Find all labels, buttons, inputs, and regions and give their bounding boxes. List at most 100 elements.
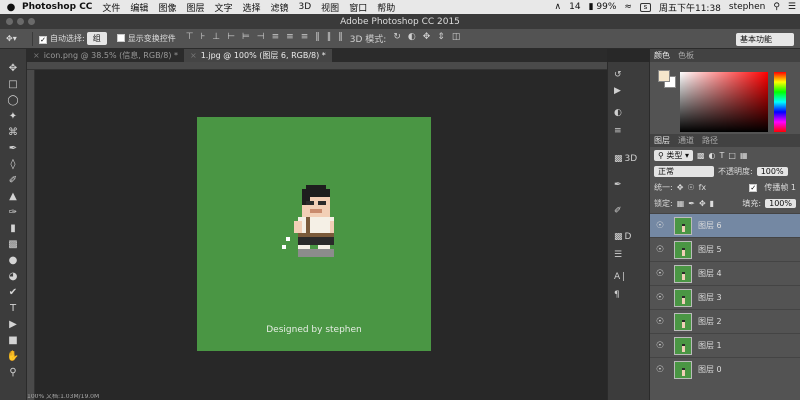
paragraph-panel-icon[interactable]: ¶ xyxy=(614,288,646,302)
move-tool-preset-icon[interactable]: ✥▾ xyxy=(0,34,26,43)
brush-presets-icon[interactable]: ✒ xyxy=(614,178,646,192)
menu-filter[interactable]: 滤镜 xyxy=(271,1,289,14)
menu-edit[interactable]: 编辑 xyxy=(130,1,148,14)
propagate-frame-checkbox[interactable]: ✓ xyxy=(749,182,760,192)
user-name[interactable]: stephen xyxy=(729,2,765,12)
gradient-tool-icon[interactable]: ▩ xyxy=(3,237,23,253)
lock-all-icon[interactable]: ▮ xyxy=(710,199,714,208)
opacity-input[interactable]: 100% xyxy=(756,166,788,176)
tab-paths[interactable]: 路径 xyxy=(702,135,718,146)
character-panel-button[interactable]: A | xyxy=(614,270,646,284)
minimize-window-button[interactable] xyxy=(17,18,24,25)
distribute-right-icon[interactable]: ‖ xyxy=(338,32,343,45)
filter-adjust-icon[interactable]: ◐ xyxy=(709,151,716,160)
menu-image[interactable]: 图像 xyxy=(158,1,176,14)
wifi-icon[interactable]: ≈ xyxy=(624,2,632,12)
orbit-3d-icon[interactable]: ↻ xyxy=(393,32,401,45)
unify-position-icon[interactable]: ✥ xyxy=(677,183,684,192)
distribute-hcenter-icon[interactable]: ‖ xyxy=(327,32,332,45)
distribute-top-icon[interactable]: ≡ xyxy=(272,32,280,45)
color-field[interactable] xyxy=(680,72,768,132)
menu-select[interactable]: 选择 xyxy=(242,1,260,14)
properties-panel-icon[interactable]: ≡ xyxy=(614,124,646,138)
distribute-left-icon[interactable]: ‖ xyxy=(315,32,320,45)
zoom-tool-icon[interactable]: ⚲ xyxy=(3,365,23,381)
tab-channels[interactable]: 通道 xyxy=(678,135,694,146)
filter-shape-icon[interactable]: □ xyxy=(728,151,736,160)
eye-icon[interactable]: ☉ xyxy=(650,245,670,255)
history-panel-icon[interactable]: ↺ xyxy=(614,68,646,82)
drag-3d-icon[interactable]: ✥ xyxy=(423,32,431,45)
document-canvas[interactable]: Designed by stephen xyxy=(197,117,431,351)
close-tab-icon[interactable]: × xyxy=(33,51,40,60)
workspace-dropdown[interactable]: 基本功能 xyxy=(736,33,794,46)
close-tab-icon[interactable]: × xyxy=(190,51,197,60)
blur-tool-icon[interactable]: ● xyxy=(3,253,23,269)
battery-indicator[interactable]: ▮ 99% xyxy=(589,2,617,12)
path-select-tool-icon[interactable]: ▶ xyxy=(3,317,23,333)
layer-row[interactable]: ☉ 图层 4 xyxy=(650,261,800,285)
input-source-icon[interactable]: s xyxy=(639,2,651,12)
clock[interactable]: 周五下午11:38 xyxy=(659,1,721,14)
distribute-vcenter-icon[interactable]: ≡ xyxy=(286,32,294,45)
brush-tool-icon[interactable]: ✐ xyxy=(3,173,23,189)
align-left-icon[interactable]: ⊢ xyxy=(227,32,235,45)
hand-tool-icon[interactable]: ✋ xyxy=(3,349,23,365)
layer-row[interactable]: ☉ 图层 6 xyxy=(650,213,800,237)
marquee-tool-icon[interactable]: □ xyxy=(3,77,23,93)
layer-kind-filter[interactable]: ⚲ 类型 ▾ xyxy=(654,149,693,161)
fill-input[interactable]: 100% xyxy=(765,198,796,208)
filter-pixel-icon[interactable]: ▩ xyxy=(697,151,705,160)
clone-source-button[interactable]: ▩ D xyxy=(614,230,646,244)
pen-tool-icon[interactable]: ✔ xyxy=(3,285,23,301)
layer-row[interactable]: ☉ 图层 0 xyxy=(650,357,800,381)
apple-icon[interactable]: ● xyxy=(0,2,22,13)
adobe-icon[interactable]: ∧ xyxy=(555,2,562,12)
lock-position-icon[interactable]: ✥ xyxy=(699,199,706,208)
hue-slider[interactable] xyxy=(774,72,786,132)
horizontal-ruler[interactable] xyxy=(27,62,607,70)
unify-style-icon[interactable]: fx xyxy=(699,183,707,192)
align-top-icon[interactable]: ⊤ xyxy=(186,32,194,45)
notification-icon[interactable]: ☰ xyxy=(788,2,796,12)
close-window-button[interactable] xyxy=(6,18,13,25)
layer-row[interactable]: ☉ 图层 5 xyxy=(650,237,800,261)
filter-smart-icon[interactable]: ▦ xyxy=(740,151,748,160)
history-brush-tool-icon[interactable]: ✑ xyxy=(3,205,23,221)
menu-layer[interactable]: 图层 xyxy=(186,1,204,14)
lock-transparent-icon[interactable]: ▦ xyxy=(677,199,685,208)
auto-select-dropdown[interactable]: 组 xyxy=(86,32,107,45)
tab-swatches[interactable]: 色板 xyxy=(678,50,694,61)
foreground-color-swatch[interactable] xyxy=(658,70,670,82)
roll-3d-icon[interactable]: ◐ xyxy=(408,32,416,45)
vertical-ruler[interactable] xyxy=(27,70,35,400)
filter-type-icon[interactable]: T xyxy=(720,151,725,160)
zoom-window-button[interactable] xyxy=(28,18,35,25)
menu-view[interactable]: 视图 xyxy=(321,1,339,14)
spotlight-icon[interactable]: ⚲ xyxy=(773,2,780,12)
distribute-bottom-icon[interactable]: ≡ xyxy=(301,32,309,45)
auto-select-checkbox[interactable]: ✓ xyxy=(39,34,50,44)
layer-row[interactable]: ☉ 图层 1 xyxy=(650,333,800,357)
actions-panel-icon[interactable]: ▶ xyxy=(614,84,646,98)
menu-3d[interactable]: 3D xyxy=(299,2,312,12)
menu-help[interactable]: 帮助 xyxy=(377,1,395,14)
quick-select-tool-icon[interactable]: ✦ xyxy=(3,109,23,125)
eye-icon[interactable]: ☉ xyxy=(650,365,670,375)
scale-3d-icon[interactable]: ◫ xyxy=(452,32,461,45)
tab-color[interactable]: 颜色 xyxy=(654,50,670,61)
menu-type[interactable]: 文字 xyxy=(214,1,232,14)
eye-icon[interactable]: ☉ xyxy=(650,269,670,279)
clone-stamp-tool-icon[interactable]: ▲ xyxy=(3,189,23,205)
crop-tool-icon[interactable]: ⌘ xyxy=(3,125,23,141)
adjustments-panel-icon[interactable]: ◐ xyxy=(614,106,646,120)
align-hcenter-icon[interactable]: ⊨ xyxy=(242,32,250,45)
dodge-tool-icon[interactable]: ◕ xyxy=(3,269,23,285)
eraser-tool-icon[interactable]: ▮ xyxy=(3,221,23,237)
tab-icon-png[interactable]: × icon.png @ 38.5% (信息, RGB/8) * xyxy=(27,49,184,62)
app-menu[interactable]: Photoshop CC xyxy=(22,2,92,12)
blend-mode-dropdown[interactable]: 正常 xyxy=(654,165,714,177)
3d-panel-button[interactable]: ▩ 3D xyxy=(614,152,646,166)
eye-icon[interactable]: ☉ xyxy=(650,293,670,303)
transform-controls-checkbox[interactable] xyxy=(116,34,128,43)
